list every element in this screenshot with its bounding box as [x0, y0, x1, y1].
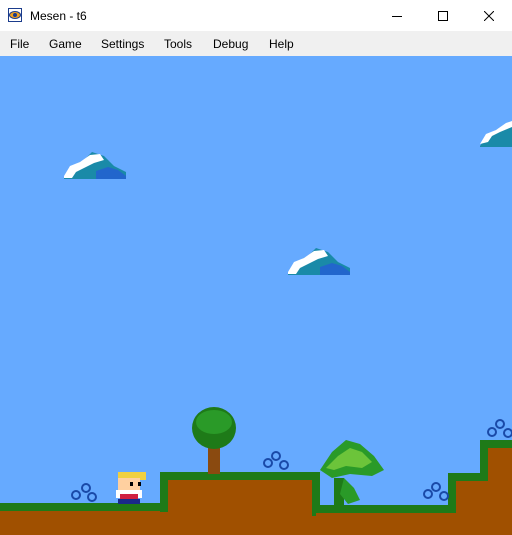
game-scene [0, 121, 512, 535]
cloud [288, 248, 350, 275]
game-screen[interactable] [0, 56, 512, 535]
menu-game[interactable]: Game [48, 31, 83, 56]
leafy-plant [320, 440, 384, 506]
tree [192, 407, 236, 474]
grass-edge [160, 472, 320, 480]
window-title: Mesen - t6 [30, 9, 87, 23]
bubbles [423, 482, 449, 501]
cloud [64, 152, 126, 179]
menu-settings[interactable]: Settings [100, 31, 145, 56]
player-character [116, 472, 146, 504]
bubbles [487, 419, 512, 438]
ground-block [316, 512, 454, 535]
minimize-icon [392, 15, 402, 17]
maximize-icon [438, 10, 448, 21]
maximize-button[interactable] [420, 0, 466, 31]
bubbles [71, 483, 97, 502]
close-button[interactable] [466, 0, 512, 31]
title-bar: Mesen - t6 [0, 0, 512, 31]
cloud [480, 121, 512, 147]
mesen-eye-icon [8, 8, 22, 22]
grass-edge [0, 503, 164, 511]
menu-file[interactable]: File [9, 31, 30, 56]
menu-tools[interactable]: Tools [163, 31, 193, 56]
ground-block [0, 508, 164, 535]
bubbles [263, 451, 289, 470]
menu-debug[interactable]: Debug [212, 31, 249, 56]
grass-edge [316, 505, 454, 513]
grass-edge [448, 473, 456, 513]
ground-block [454, 480, 488, 535]
close-icon [484, 10, 494, 21]
menu-help[interactable]: Help [268, 31, 295, 56]
ground-block [488, 446, 512, 535]
grass-edge [480, 440, 488, 476]
minimize-button[interactable] [374, 0, 420, 31]
ground-block [164, 478, 316, 535]
grass-edge [160, 472, 168, 512]
menu-bar: File Game Settings Tools Debug Help [0, 31, 512, 57]
